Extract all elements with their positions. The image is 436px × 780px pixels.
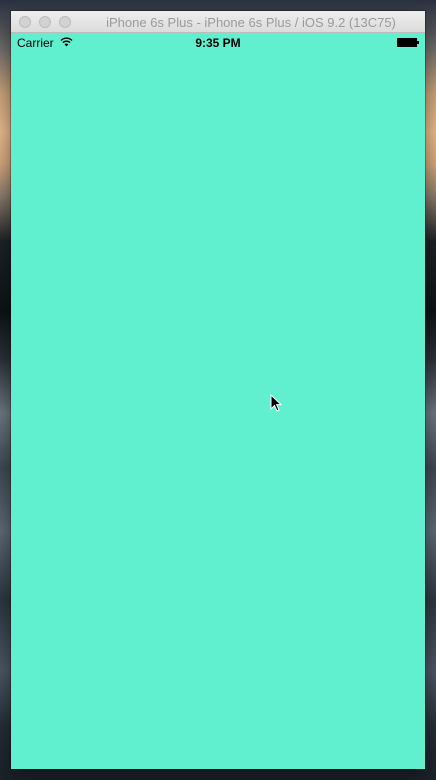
zoom-window-button[interactable] <box>59 16 71 28</box>
minimize-window-button[interactable] <box>39 16 51 28</box>
arrow-cursor-icon <box>270 394 282 412</box>
battery-icon <box>397 38 419 47</box>
device-screen[interactable]: Carrier 9:35 PM <box>11 33 425 769</box>
window-title: iPhone 6s Plus - iPhone 6s Plus / iOS 9.… <box>106 15 396 30</box>
ios-status-bar: Carrier 9:35 PM <box>11 33 425 53</box>
app-content-area[interactable] <box>11 53 425 769</box>
window-titlebar[interactable]: iPhone 6s Plus - iPhone 6s Plus / iOS 9.… <box>11 11 425 33</box>
status-time: 9:35 PM <box>195 36 241 50</box>
simulator-window: iPhone 6s Plus - iPhone 6s Plus / iOS 9.… <box>11 11 425 769</box>
close-window-button[interactable] <box>19 16 31 28</box>
